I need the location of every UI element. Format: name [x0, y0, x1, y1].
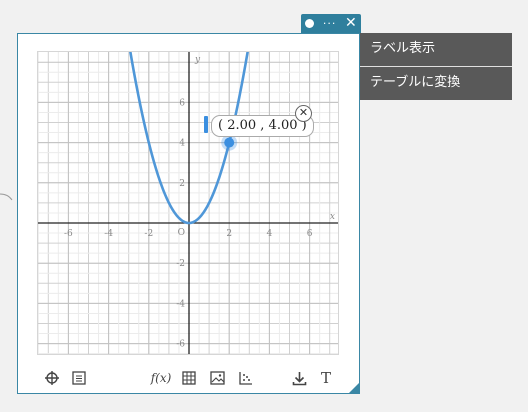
table-icon[interactable]	[179, 368, 199, 388]
scatter-icon[interactable]	[235, 368, 255, 388]
text-icon[interactable]: T	[316, 368, 336, 388]
graph-widget: -6 -4 -2 2 4 6 6 4 2 -2 -4 -6 Ox y ( 2.00 , 4.00 ) ✕ …	[17, 33, 360, 394]
y-axis-label: y	[194, 55, 201, 65]
x-tick-label: 6	[307, 229, 313, 239]
resize-handle[interactable]	[348, 382, 360, 394]
x-tick-label: -2	[144, 229, 153, 239]
x-tick-label: -4	[104, 229, 113, 239]
more-icon[interactable]: ···	[323, 14, 337, 33]
crosshair-icon[interactable]	[42, 368, 62, 388]
menu-item-convert-table[interactable]: テーブルに変換	[360, 66, 512, 100]
x-tick-label: 2	[226, 229, 232, 239]
toolbar: f(x) T	[18, 364, 361, 390]
menu-item-show-label[interactable]: ラベル表示	[360, 33, 512, 66]
x-tick-label: -6	[64, 229, 73, 239]
graph-canvas[interactable]: -6 -4 -2 2 4 6 6 4 2 -2 -4 -6 Ox y	[38, 52, 338, 354]
y-tick-label: -2	[176, 259, 185, 269]
x-tick-label: 4	[267, 229, 273, 239]
x-axis-label: x	[330, 212, 335, 222]
function-icon[interactable]: f(x)	[151, 368, 172, 388]
close-icon[interactable]: ✕	[345, 14, 357, 33]
dot-icon[interactable]	[305, 19, 315, 28]
close-label-icon[interactable]: ✕	[295, 105, 312, 122]
point-marker	[224, 137, 235, 148]
origin-label: O	[178, 228, 185, 238]
context-menu: ラベル表示 テーブルに変換	[360, 33, 512, 100]
y-tick-label: 2	[179, 179, 185, 189]
widget-tab[interactable]: ··· ✕	[301, 14, 361, 33]
y-tick-label: 4	[179, 139, 185, 149]
image-icon[interactable]	[207, 368, 227, 388]
y-tick-label: -4	[176, 299, 185, 309]
download-icon[interactable]	[289, 368, 309, 388]
graph-area[interactable]: -6 -4 -2 2 4 6 6 4 2 -2 -4 -6 Ox y ( 2.00 , 4.00 ) ✕	[37, 51, 339, 355]
label-handle[interactable]	[204, 116, 208, 133]
y-tick-label: -6	[176, 340, 185, 350]
y-tick-label: 6	[179, 98, 185, 108]
list-icon[interactable]	[69, 368, 89, 388]
